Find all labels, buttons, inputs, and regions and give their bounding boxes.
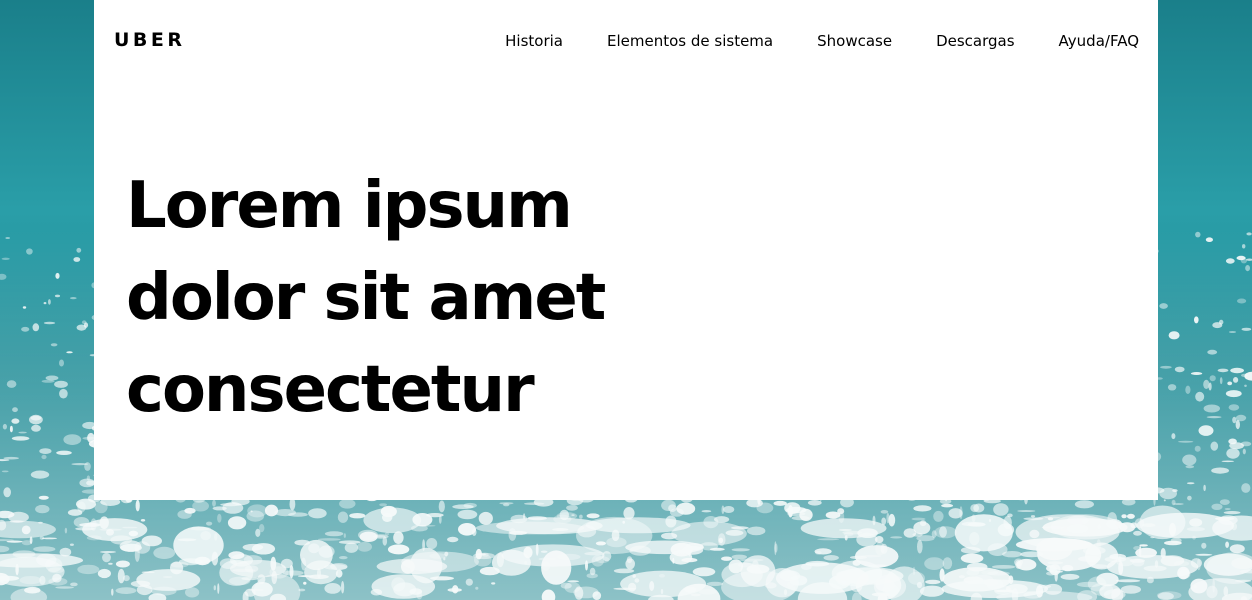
nav-item-elementos-de-sistema[interactable]: Elementos de sistema	[607, 31, 773, 51]
nav-item-historia[interactable]: Historia	[505, 31, 563, 51]
hero-headline-line: consectetur	[126, 353, 535, 427]
hero-headline-line: Lorem ipsum	[126, 169, 573, 243]
nav-item-descargas[interactable]: Descargas	[936, 31, 1014, 51]
hero-headline: Lorem ipsum dolor sit amet consectetur	[126, 160, 646, 436]
nav-item-ayuda-faq[interactable]: Ayuda/FAQ	[1059, 31, 1139, 51]
nav-item-showcase[interactable]: Showcase	[817, 31, 892, 51]
hero-card: UBER Historia Elementos de sistema Showc…	[94, 0, 1158, 500]
hero-headline-line: dolor sit amet	[126, 261, 606, 335]
top-navigation: Historia Elementos de sistema Showcase D…	[505, 31, 1139, 51]
uber-logo[interactable]: UBER	[114, 28, 186, 52]
